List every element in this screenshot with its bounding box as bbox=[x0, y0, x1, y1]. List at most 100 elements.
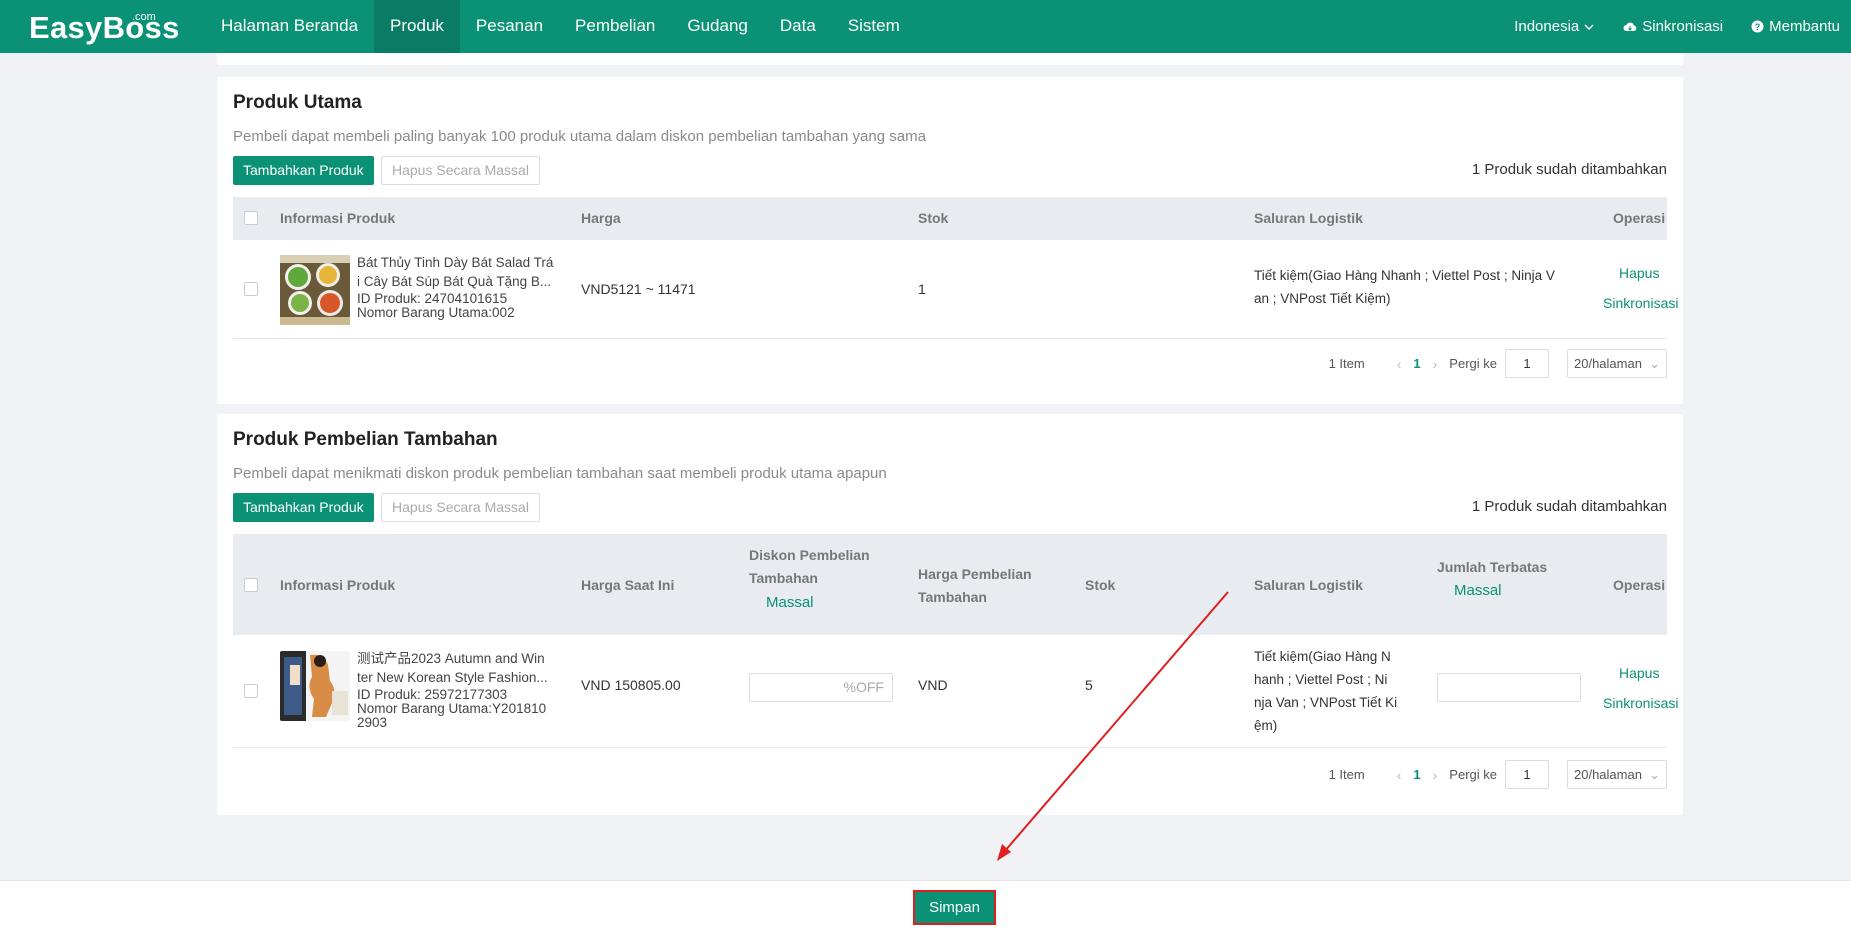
row-checkbox[interactable] bbox=[244, 684, 258, 698]
main-nav: Halaman Beranda Produk Pesanan Pembelian… bbox=[205, 0, 916, 53]
next-page-icon[interactable]: › bbox=[1433, 767, 1438, 783]
save-button[interactable]: Simpan bbox=[913, 890, 996, 925]
product-thumbnail bbox=[280, 255, 350, 325]
table-row: Bát Thủy Tinh Dày Bát Salad Trá i Cây Bá… bbox=[233, 240, 1678, 339]
product-name[interactable]: 测试产品2023 Autumn and Win ter New Korean S… bbox=[357, 649, 557, 687]
delete-link[interactable]: Hapus bbox=[1619, 265, 1659, 281]
page-size-select[interactable]: 20/halaman ⌄ bbox=[1567, 760, 1667, 789]
bulk-limit-link[interactable]: Massal bbox=[1454, 579, 1502, 602]
bulk-discount-link[interactable]: Massal bbox=[766, 591, 814, 614]
sync-link[interactable]: Sinkronisasi bbox=[1603, 295, 1678, 311]
product-name-line-2: i Cây Bát Súp Bát Quà Tặng B... bbox=[357, 274, 552, 289]
nav-item-warehouse[interactable]: Gudang bbox=[671, 0, 764, 53]
delete-link[interactable]: Hapus bbox=[1619, 665, 1659, 681]
select-all-checkbox[interactable] bbox=[244, 211, 258, 225]
add-addon-product-button[interactable]: Tambahkan Produk bbox=[233, 493, 374, 522]
main-products-card: Produk Utama Pembeli dapat membeli palin… bbox=[217, 77, 1683, 404]
addon-table-header: Informasi Produk Harga Saat Ini Diskon P… bbox=[233, 534, 1667, 635]
col-product-info: Informasi Produk bbox=[280, 210, 396, 226]
next-page-icon[interactable]: › bbox=[1433, 356, 1438, 372]
product-id: ID Produk: 25972177303 bbox=[357, 687, 508, 702]
product-name-line-1: Bát Thủy Tinh Dày Bát Salad Trá bbox=[357, 255, 554, 270]
product-id: ID Produk: 24704101615 bbox=[357, 291, 508, 306]
discount-suffix: %OFF bbox=[843, 679, 884, 695]
main-pagination: 1 Item ‹ 1 › Pergi ke 1 20/halaman ⌄ bbox=[1329, 349, 1667, 378]
addon-added-count: 1 Produk sudah ditambahkan bbox=[1471, 498, 1667, 515]
header-actions: Indonesia Sinkronisasi ? Membantu bbox=[1514, 0, 1851, 53]
chevron-down-icon: ⌄ bbox=[1647, 350, 1660, 377]
nav-item-home[interactable]: Halaman Beranda bbox=[205, 0, 374, 53]
select-all-checkbox[interactable] bbox=[244, 578, 258, 592]
col-addon-price: Harga Pembelian Tambahan bbox=[918, 563, 1032, 609]
nav-item-products[interactable]: Produk bbox=[374, 0, 460, 53]
product-sku: Nomor Barang Utama:002 bbox=[357, 305, 515, 320]
main-products-subtitle: Pembeli dapat membeli paling banyak 100 … bbox=[233, 128, 926, 145]
col-operation: Operasi bbox=[1613, 577, 1666, 593]
product-name-line-2: ter New Korean Style Fashion... bbox=[357, 670, 548, 685]
nav-item-purchases[interactable]: Pembelian bbox=[559, 0, 671, 53]
svg-text:?: ? bbox=[1755, 22, 1761, 32]
help-label: Membantu bbox=[1769, 18, 1840, 35]
main-products-title: Produk Utama bbox=[233, 92, 362, 113]
logistics-line-2: an ; VNPost Tiết Kiệm) bbox=[1254, 291, 1391, 306]
col-price: Harga bbox=[581, 210, 621, 226]
page-number[interactable]: 1 bbox=[1413, 356, 1420, 371]
addon-pagination: 1 Item ‹ 1 › Pergi ke 1 20/halaman ⌄ bbox=[1329, 760, 1667, 789]
col-addon-price-line-2: Tambahan bbox=[918, 589, 987, 605]
col-logistics: Saluran Logistik bbox=[1254, 210, 1363, 226]
nav-item-orders[interactable]: Pesanan bbox=[460, 0, 559, 53]
col-stock: Stok bbox=[1085, 577, 1116, 593]
product-thumbnail bbox=[280, 651, 350, 721]
addon-products-card: Produk Pembelian Tambahan Pembeli dapat … bbox=[217, 414, 1683, 815]
pagination-total: 1 Item bbox=[1328, 767, 1365, 782]
sync-button[interactable]: Sinkronisasi bbox=[1623, 18, 1723, 35]
logistics-line-1: Tiết kiệm(Giao Hàng N bbox=[1254, 649, 1391, 664]
prev-page-icon[interactable]: ‹ bbox=[1397, 356, 1402, 372]
product-sku-line-1: Nomor Barang Utama:Y201810 bbox=[357, 701, 547, 716]
col-stock: Stok bbox=[918, 210, 949, 226]
help-button[interactable]: ? Membantu bbox=[1751, 18, 1840, 35]
table-row: 测试产品2023 Autumn and Win ter New Korean S… bbox=[233, 635, 1678, 748]
col-addon-discount-line-2: Tambahan bbox=[749, 570, 818, 586]
addon-products-subtitle: Pembeli dapat menikmati diskon produk pe… bbox=[233, 465, 887, 482]
main-added-count: 1 Produk sudah ditambahkan bbox=[1471, 161, 1667, 178]
bulk-delete-addon-button[interactable]: Hapus Secara Massal bbox=[381, 493, 540, 522]
add-main-product-button[interactable]: Tambahkan Produk bbox=[233, 156, 374, 185]
limit-input[interactable] bbox=[1437, 673, 1581, 702]
product-name-line-1: 测试产品2023 Autumn and Win bbox=[357, 651, 545, 666]
nav-item-data[interactable]: Data bbox=[764, 0, 832, 53]
bulk-delete-main-button[interactable]: Hapus Secara Massal bbox=[381, 156, 540, 185]
main-table-header: Informasi Produk Harga Stok Saluran Logi… bbox=[233, 197, 1667, 240]
easyboss-logo[interactable]: EasyBoss bbox=[29, 10, 180, 46]
sync-link[interactable]: Sinkronisasi bbox=[1603, 695, 1678, 711]
col-addon-discount: Diskon Pembelian Tambahan bbox=[749, 544, 870, 590]
chevron-down-icon bbox=[1584, 24, 1594, 30]
col-limit: Jumlah Terbatas bbox=[1437, 559, 1548, 575]
col-logistics: Saluran Logistik bbox=[1254, 577, 1363, 593]
product-meta: ID Produk: 25972177303 Nomor Barang Utam… bbox=[357, 688, 557, 730]
cloud-icon bbox=[1623, 22, 1637, 31]
col-current-price: Harga Saat Ini bbox=[581, 577, 675, 593]
language-selector[interactable]: Indonesia bbox=[1514, 18, 1595, 35]
goto-page-input[interactable]: 1 bbox=[1505, 760, 1549, 789]
logistics-line-1: Tiết kiệm(Giao Hàng Nhanh ; Viettel Post… bbox=[1254, 268, 1555, 283]
product-name[interactable]: Bát Thủy Tinh Dày Bát Salad Trá i Cây Bá… bbox=[357, 253, 557, 291]
page-size-select[interactable]: 20/halaman ⌄ bbox=[1567, 349, 1667, 378]
row-checkbox[interactable] bbox=[244, 282, 258, 296]
current-price: VND 150805.00 bbox=[581, 677, 681, 693]
addon-price: VND bbox=[918, 677, 948, 693]
page-size-value: 20/halaman bbox=[1574, 767, 1642, 782]
product-meta: ID Produk: 24704101615 Nomor Barang Utam… bbox=[357, 292, 557, 320]
prev-page-icon[interactable]: ‹ bbox=[1397, 767, 1402, 783]
goto-label: Pergi ke bbox=[1449, 356, 1497, 371]
nav-item-system[interactable]: Sistem bbox=[832, 0, 916, 53]
col-addon-price-line-1: Harga Pembelian bbox=[918, 566, 1032, 582]
goto-page-input[interactable]: 1 bbox=[1505, 349, 1549, 378]
discount-input[interactable]: %OFF bbox=[749, 673, 893, 702]
page-number[interactable]: 1 bbox=[1413, 767, 1420, 782]
addon-products-title: Produk Pembelian Tambahan bbox=[233, 429, 498, 450]
language-label: Indonesia bbox=[1514, 18, 1580, 35]
logistics-line-4: ệm) bbox=[1254, 718, 1278, 733]
sync-label: Sinkronisasi bbox=[1642, 18, 1724, 35]
page-size-value: 20/halaman bbox=[1574, 356, 1642, 371]
